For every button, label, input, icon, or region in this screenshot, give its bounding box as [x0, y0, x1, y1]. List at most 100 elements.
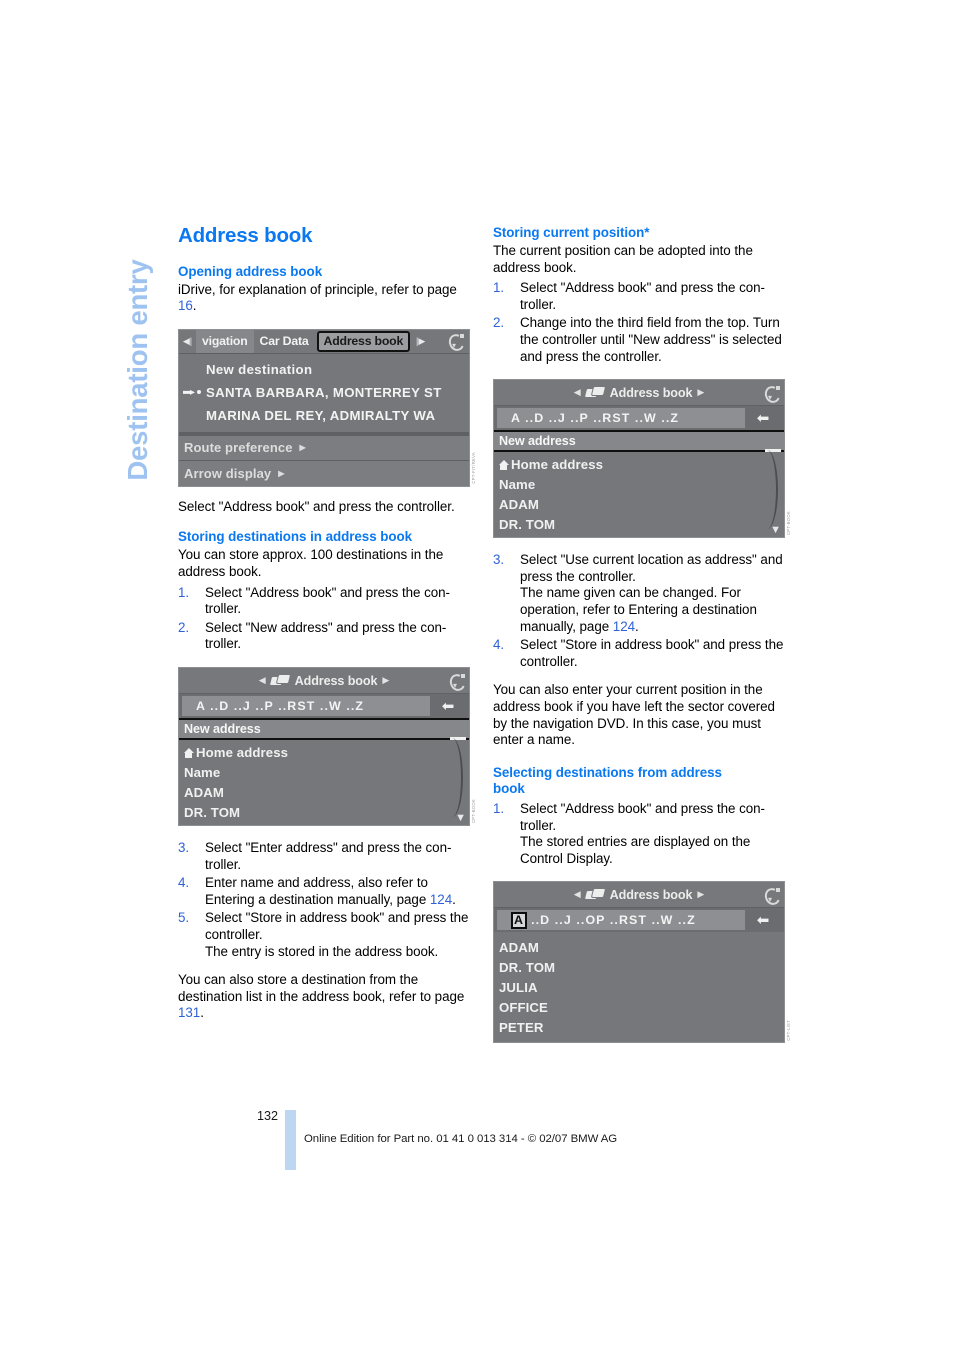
step-text: Select "Store in address book" and press…	[520, 637, 784, 669]
option-arrow-display-label: Arrow display	[184, 465, 272, 481]
alphabet-selector-bar[interactable]: A ..D ..J ..P ..RST ..W ..Z ⬅	[494, 406, 784, 431]
list-item[interactable]: New destination	[179, 358, 469, 381]
alphabet-selector-bar[interactable]: A ..D ..J ..P ..RST ..W ..Z ⬅	[179, 694, 469, 719]
list-item[interactable]: DR. TOM	[184, 803, 469, 823]
step-text-secondary: The stored entries are displayed on the …	[520, 834, 751, 866]
list-item[interactable]: Home address	[184, 743, 469, 763]
list-item: 3. Select "Use current location as addre…	[493, 552, 789, 635]
list-item[interactable]: ADAM	[499, 495, 784, 515]
compass-spinner-icon: ▾	[762, 885, 783, 907]
heading-selecting-line1: Selecting destinations from address	[493, 764, 722, 780]
idrive-status-icon: ▾	[447, 671, 468, 693]
back-arrow-icon[interactable]: ⬅	[745, 910, 781, 930]
address-entry-list: ADAM DR. TOM JULIA OFFICE PETER	[494, 932, 784, 1043]
figure-address-book-new-address-2: ◀ Address book ▶ ▾ A ..D ..J ..P ..RST .…	[493, 379, 791, 539]
chevron-left-icon[interactable]: ◀	[254, 675, 271, 686]
steps-current-position-1: 1. Select "Address book" and press the c…	[493, 280, 789, 365]
alphabet-selector-bar[interactable]: A ..D ..J ..OP ..RST ..W ..Z ⬅	[494, 908, 784, 933]
option-arrow-display[interactable]: Arrow display ▶	[179, 460, 469, 486]
paragraph-storing-closing-text: You can also store a destination from th…	[178, 972, 465, 1004]
heading-selecting-line2: book	[493, 780, 525, 796]
alphabet-letters[interactable]: A ..D ..J ..P ..RST ..W ..Z	[497, 408, 745, 429]
right-column: Storing current position* The current po…	[493, 225, 791, 1044]
list-item[interactable]: DR. TOM	[499, 515, 784, 535]
chevron-right-icon[interactable]: ▶	[692, 387, 709, 398]
heading-selecting-destinations: Selecting destinations from address book	[493, 765, 789, 797]
alphabet-remaining-letters[interactable]: ..D ..J ..OP ..RST ..W ..Z	[531, 913, 696, 927]
heading-storing-current-position: Storing current position*	[493, 225, 650, 240]
step-text: Select "Address book" and press the con-…	[520, 800, 765, 833]
figure-id-code: CPT-FIT/REVA	[471, 452, 476, 484]
chevron-right-icon: ▶	[278, 468, 285, 478]
alphabet-letters[interactable]: A ..D ..J ..P ..RST ..W ..Z	[182, 696, 430, 717]
selected-row-new-address[interactable]: New address	[494, 430, 784, 453]
left-column: Address book Opening address book iDrive…	[178, 224, 476, 1022]
scroll-down-icon[interactable]: ▼	[770, 525, 781, 536]
heading-storing-destinations: Storing destinations in address book	[178, 529, 413, 545]
step-number: 3.	[178, 840, 190, 856]
figure-idrive-navigation-tabs: ◀| vigation Car Data Address book |▶ ▾ N…	[178, 328, 476, 487]
option-route-preference[interactable]: Route preference ▶	[179, 435, 469, 461]
side-running-head: Destination entry	[103, 225, 173, 515]
step-number: 3.	[493, 552, 505, 568]
idrive-header-title: Address book	[294, 673, 378, 688]
page-reference-124[interactable]: 124	[430, 892, 452, 907]
tab-car-data[interactable]: Car Data	[254, 330, 315, 353]
list-item[interactable]: ADAM	[184, 783, 469, 803]
page-number: 132	[257, 1109, 279, 1123]
idrive-status-icon: ▾	[762, 885, 783, 907]
address-entry-list: ▼ Home address Name ADAM DR. TOM	[494, 449, 784, 538]
step-text: Select "Use current location as address"…	[520, 552, 783, 584]
compass-spinner-icon: ▾	[446, 332, 467, 354]
chevron-left-icon[interactable]: ◀	[569, 387, 586, 398]
footer-text: Online Edition for Part no. 01 41 0 013 …	[304, 1133, 618, 1145]
list-item-label: Home address	[196, 745, 289, 761]
chevron-left-icon[interactable]: ◀	[569, 889, 586, 900]
step-text: Select "Address book" and press the con-…	[520, 280, 765, 312]
list-item[interactable]: MARINA DEL REY, ADMIRALTY WA	[179, 404, 469, 427]
list-item: 4. Select "Store in address book" and pr…	[493, 637, 789, 670]
step-text: Select "Store in address book" and press…	[205, 910, 469, 943]
idrive-header-bar: ◀ Address book ▶ ▾	[179, 668, 469, 695]
list-item[interactable]: Home address	[499, 455, 784, 475]
paragraph-current-position-intro: The current position can be adopted into…	[493, 243, 753, 275]
tab-next-icon[interactable]: |▶	[412, 330, 429, 353]
list-item: 2. Select "New address" and press the co…	[178, 620, 474, 653]
compass-spinner-icon: ▾	[762, 383, 783, 405]
list-item: 4. Enter name and address, also refer to…	[178, 875, 474, 908]
list-item[interactable]: OFFICE	[499, 998, 784, 1018]
tab-prev-icon[interactable]: ◀|	[179, 330, 196, 353]
steps-current-position-2: 3. Select "Use current location as addre…	[493, 552, 789, 670]
page-reference-16[interactable]: 16	[178, 298, 193, 313]
idrive-header-title: Address book	[609, 887, 693, 902]
page-reference-131[interactable]: 131	[178, 1005, 200, 1020]
step-text: Select "Enter address" and press the con…	[205, 840, 452, 872]
alphabet-selected-letter[interactable]: A	[511, 911, 528, 929]
list-item[interactable]: JULIA	[499, 978, 784, 998]
chevron-right-icon[interactable]: ▶	[377, 675, 394, 686]
step-text: Change into the third field from the top…	[520, 315, 782, 364]
back-arrow-icon[interactable]: ⬅	[745, 408, 781, 428]
steps-storing-destinations-2: 3. Select "Enter address" and press the …	[178, 840, 474, 960]
list-item[interactable]: Name	[184, 763, 469, 783]
list-item[interactable]: ADAM	[499, 938, 784, 958]
list-item[interactable]: SANTA BARBARA, MONTERREY ST	[179, 381, 469, 404]
chevron-right-icon[interactable]: ▶	[692, 889, 709, 900]
caption-figure-1: Select "Address book" and press the cont…	[178, 498, 455, 514]
tab-navigation[interactable]: vigation	[196, 329, 254, 353]
back-arrow-icon[interactable]: ⬅	[430, 696, 466, 716]
scroll-down-icon[interactable]: ▼	[455, 813, 466, 824]
heading-opening-address-book: Opening address book	[178, 263, 323, 279]
figure-id-code: CPT-LIST	[786, 1019, 791, 1041]
step-number: 2.	[493, 315, 505, 331]
idrive-status-icon: ▾	[762, 383, 783, 405]
tab-address-book[interactable]: Address book	[316, 330, 411, 352]
alphabet-letters[interactable]: A ..D ..J ..OP ..RST ..W ..Z	[497, 910, 745, 931]
figure-id-code: CPT-BOOK	[786, 511, 791, 536]
list-item[interactable]: DR. TOM	[499, 958, 784, 978]
page-reference-124[interactable]: 124	[613, 619, 635, 634]
selected-row-new-address[interactable]: New address	[179, 718, 469, 741]
list-item[interactable]: PETER	[499, 1018, 784, 1038]
steps-selecting-destinations: 1. Select "Address book" and press the c…	[493, 801, 789, 867]
list-item[interactable]: Name	[499, 475, 784, 495]
